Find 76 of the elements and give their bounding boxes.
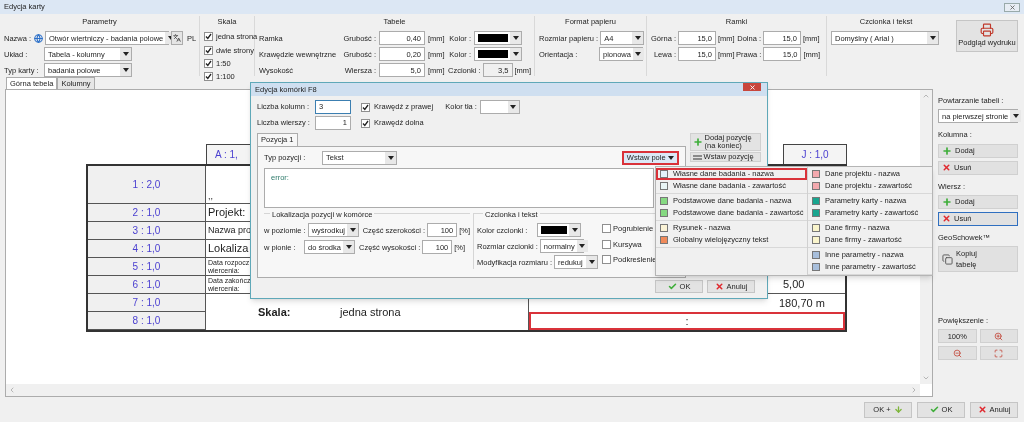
plus-icon [942,145,952,156]
scroll-left-icon [8,386,16,394]
zoom-out-icon [952,348,962,358]
globe-icon [34,33,43,43]
checkbox[interactable] [602,254,612,264]
table-cell-text: Projekt: [207,205,247,221]
delete-icon [942,214,951,224]
cell-label: Skala: [258,304,292,320]
caret-icon [571,228,578,233]
close-icon [977,405,987,414]
close-icon [1008,3,1016,11]
caret-icon [122,52,129,57]
checkbox[interactable] [204,32,213,42]
caret-icon [387,156,394,160]
fit-icon [994,348,1004,358]
insert-icon [692,154,702,160]
plus-icon [692,137,703,147]
copy-icon [942,253,953,265]
checkbox[interactable] [602,239,612,249]
caret-icon [512,36,519,41]
table-cell-text: ,, [207,189,214,203]
caret-icon [1012,114,1019,119]
checkbox[interactable] [361,118,370,128]
plus-icon [942,196,952,207]
cell-value: 5,00 [783,277,805,293]
table-cell-text: Lokaliza [207,241,250,257]
close-button[interactable] [743,83,761,91]
row-header[interactable]: 3 : 1,0 [88,222,206,240]
delete-icon [942,163,951,172]
language-button[interactable] [171,31,183,46]
caret-icon [588,260,595,265]
scroll-right-icon [910,386,918,394]
language-icon [173,34,181,43]
check-icon [667,282,677,291]
column-header[interactable]: J : 1,0 [783,144,847,164]
caret-icon [579,244,586,249]
close-button[interactable] [1004,2,1020,12]
zoom-out-button[interactable] [938,346,977,361]
arrow-down-icon [893,405,903,414]
cell-value: jedna strona [340,304,401,320]
color-dropdown[interactable] [537,223,581,238]
checkbox[interactable] [361,102,370,112]
row-header[interactable]: 4 : 1,0 [88,240,206,258]
caret-icon [512,52,519,57]
checkbox[interactable] [204,72,213,82]
horizontal-scrollbar[interactable] [6,384,920,396]
color-dropdown[interactable] [479,100,520,114]
caret-icon [635,52,642,57]
column-header[interactable]: A : 1, [206,144,250,164]
checkbox[interactable] [204,58,213,68]
caret-icon [667,156,674,160]
scroll-up-icon [922,92,930,100]
row-header[interactable]: 6 : 1,0 [88,276,206,294]
caret-icon [122,68,129,73]
color-dropdown[interactable] [474,31,522,46]
caret-icon [510,105,517,109]
scroll-down-icon [922,374,930,382]
caret-icon [634,36,641,41]
close-icon [748,83,756,91]
zoom-in-icon [994,331,1004,341]
row-header[interactable]: 5 : 1,0 [88,258,206,276]
close-icon [714,282,724,291]
caret-icon [345,245,352,250]
row-header[interactable]: 8 : 1,0 [88,312,206,330]
checkbox[interactable] [204,45,213,55]
row-header[interactable]: 2 : 1,0 [88,204,206,222]
table-cell[interactable]: : [529,312,845,330]
checkbox[interactable] [602,224,612,234]
caret-icon [349,228,356,233]
row-header[interactable]: 1 : 2,0 [88,166,206,204]
caret-icon [929,36,936,41]
row-header[interactable]: 7 : 1,0 [88,294,206,312]
check-icon [929,405,939,414]
printer-icon [980,23,994,38]
zoom-in-button[interactable] [979,329,1018,344]
color-dropdown[interactable] [474,47,522,62]
